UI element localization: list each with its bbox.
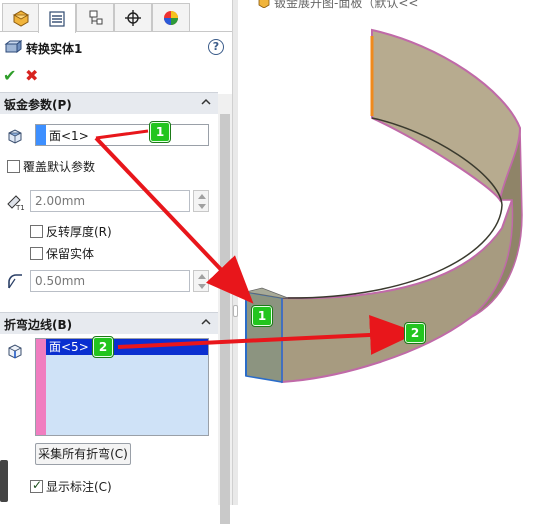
override-defaults-checkbox[interactable] bbox=[7, 160, 20, 173]
panel-scrollbar[interactable] bbox=[218, 94, 232, 524]
feature-title-bar: 转换实体1 ? bbox=[0, 34, 232, 62]
chevron-up-icon[interactable] bbox=[200, 317, 212, 327]
tab-display-manager[interactable] bbox=[152, 3, 190, 31]
show-callouts-checkbox[interactable] bbox=[30, 478, 43, 493]
cancel-button[interactable]: ✖ bbox=[25, 66, 38, 85]
bend-edges-list[interactable]: 面<5> bbox=[35, 338, 209, 436]
crosshair-icon bbox=[125, 9, 141, 26]
face-select-icon bbox=[8, 129, 22, 144]
keep-body-checkbox[interactable] bbox=[30, 247, 43, 260]
section-title: 折弯边线(B) bbox=[4, 318, 73, 332]
selection-color-swatch bbox=[36, 339, 46, 435]
scrollbar-thumb[interactable] bbox=[220, 114, 230, 524]
fixed-face-value: 面<1> bbox=[49, 129, 89, 143]
convert-to-sheet-metal-icon bbox=[4, 40, 22, 53]
selection-color-swatch bbox=[36, 125, 46, 145]
tab-configuration-manager[interactable] bbox=[76, 3, 114, 31]
collect-all-bends-button[interactable]: 采集所有折弯(C) bbox=[35, 443, 131, 465]
property-manager-icon bbox=[49, 10, 65, 27]
tab-dimxpert-manager[interactable] bbox=[114, 3, 152, 31]
tab-property-manager[interactable] bbox=[38, 3, 76, 33]
configuration-manager-icon bbox=[89, 10, 103, 24]
display-manager-icon bbox=[164, 10, 178, 25]
chevron-up-icon[interactable] bbox=[200, 97, 212, 107]
bend-radius-spinner[interactable] bbox=[193, 270, 209, 292]
reverse-thickness-checkbox[interactable] bbox=[30, 225, 43, 238]
sheet-metal-params-header[interactable]: 钣金参数(P) bbox=[0, 92, 218, 114]
tab-feature-manager[interactable] bbox=[2, 3, 40, 31]
help-button[interactable]: ? bbox=[208, 39, 224, 55]
thickness-spinner[interactable] bbox=[193, 190, 209, 212]
feature-tree-flyout-label: 钣金展开图-面板（默认<< bbox=[274, 0, 419, 10]
svg-text:T1: T1 bbox=[15, 204, 25, 212]
callout-badge-1: 1 bbox=[149, 121, 171, 143]
part-icon bbox=[258, 0, 270, 8]
bend-radius-input[interactable]: 0.50mm bbox=[30, 270, 190, 292]
callout-badge-2-model: 2 bbox=[404, 322, 426, 344]
graphics-area[interactable] bbox=[238, 0, 536, 505]
bend-edge-item[interactable]: 面<5> bbox=[46, 339, 208, 355]
callout-badge-1-model: 1 bbox=[251, 305, 273, 327]
thickness-input[interactable]: 2.00mm bbox=[30, 190, 190, 212]
bend-radius-icon bbox=[8, 274, 22, 289]
property-manager-panel: 转换实体1 ? ✔ ✖ 钣金参数(P) 面<1> 覆盖默认参数 T1 2.00m… bbox=[0, 0, 232, 524]
left-edge-handle bbox=[0, 460, 8, 502]
feature-manager-icon bbox=[12, 9, 30, 27]
manager-tabs bbox=[0, 0, 232, 33]
bend-edges-header[interactable]: 折弯边线(B) bbox=[0, 312, 218, 334]
edge-select-icon bbox=[8, 344, 22, 359]
override-defaults-label: 覆盖默认参数 bbox=[23, 160, 96, 174]
keep-body-label: 保留实体 bbox=[46, 247, 95, 261]
section-title: 钣金参数(P) bbox=[4, 98, 72, 112]
callout-badge-2: 2 bbox=[92, 336, 114, 358]
reverse-thickness-label: 反转厚度(R) bbox=[46, 225, 112, 239]
ok-button[interactable]: ✔ bbox=[3, 66, 16, 85]
solidworks-window: 转换实体1 ? ✔ ✖ 钣金参数(P) 面<1> 覆盖默认参数 T1 2.00m… bbox=[0, 0, 536, 524]
show-callouts-label: 显示标注(C) bbox=[46, 480, 112, 494]
feature-title: 转换实体1 bbox=[26, 42, 83, 56]
ok-cancel-bar: ✔ ✖ bbox=[0, 66, 60, 88]
thickness-icon: T1 bbox=[7, 195, 25, 212]
fixed-face-selection-box[interactable]: 面<1> bbox=[35, 124, 209, 146]
